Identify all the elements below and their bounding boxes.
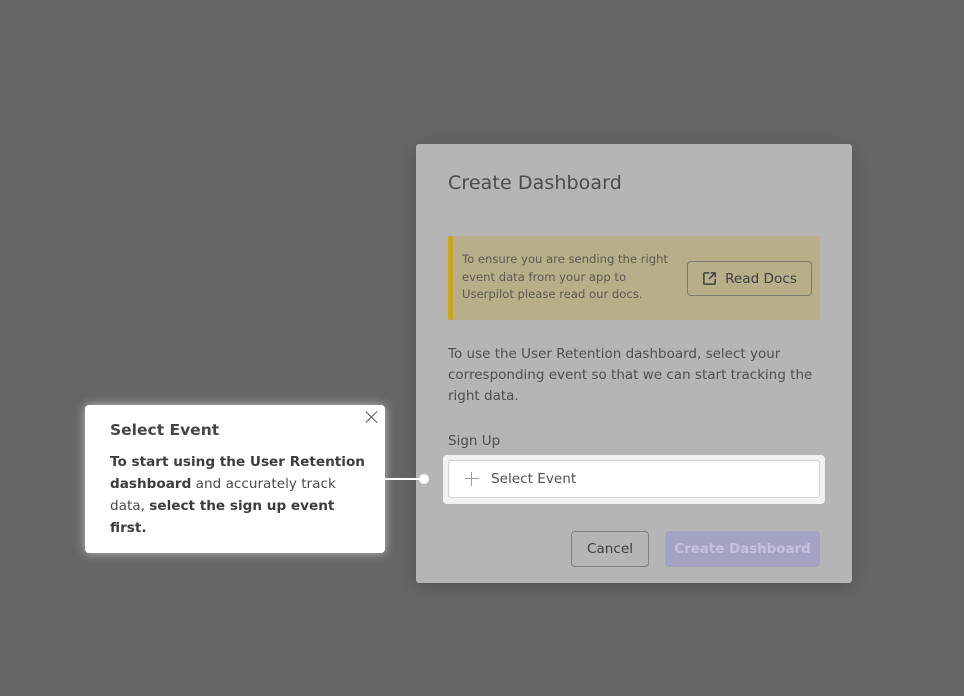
tooltip-title: Select Event	[110, 421, 220, 439]
read-docs-label: Read Docs	[725, 270, 797, 287]
external-link-icon	[703, 272, 716, 285]
description-text: To use the User Retention dashboard, sel…	[448, 346, 813, 404]
plus-icon	[465, 472, 479, 486]
sign-up-label: Sign Up	[448, 433, 501, 449]
docs-notice: To ensure you are sending the right even…	[448, 236, 820, 320]
cancel-button[interactable]: Cancel	[571, 531, 649, 567]
tooltip-body: To start using the User Retention dashbo…	[110, 451, 372, 539]
create-dashboard-button[interactable]: Create Dashboard	[665, 531, 820, 567]
select-event-placeholder: Select Event	[491, 471, 577, 487]
notice-text: To ensure you are sending the right even…	[462, 252, 668, 302]
close-icon[interactable]	[365, 410, 379, 424]
read-docs-button[interactable]: Read Docs	[687, 261, 812, 296]
screen: Create Dashboard To ensure you are sendi…	[0, 0, 964, 696]
select-event-highlight: Select Event	[443, 455, 825, 504]
modal-title: Create Dashboard	[448, 172, 622, 194]
onboarding-tooltip: Select Event To start using the User Ret…	[85, 405, 385, 553]
select-event-dropdown[interactable]: Select Event	[448, 460, 820, 498]
create-dashboard-modal: Create Dashboard To ensure you are sendi…	[416, 144, 852, 583]
tooltip-connector	[385, 478, 422, 480]
tooltip-anchor-dot	[419, 474, 429, 484]
